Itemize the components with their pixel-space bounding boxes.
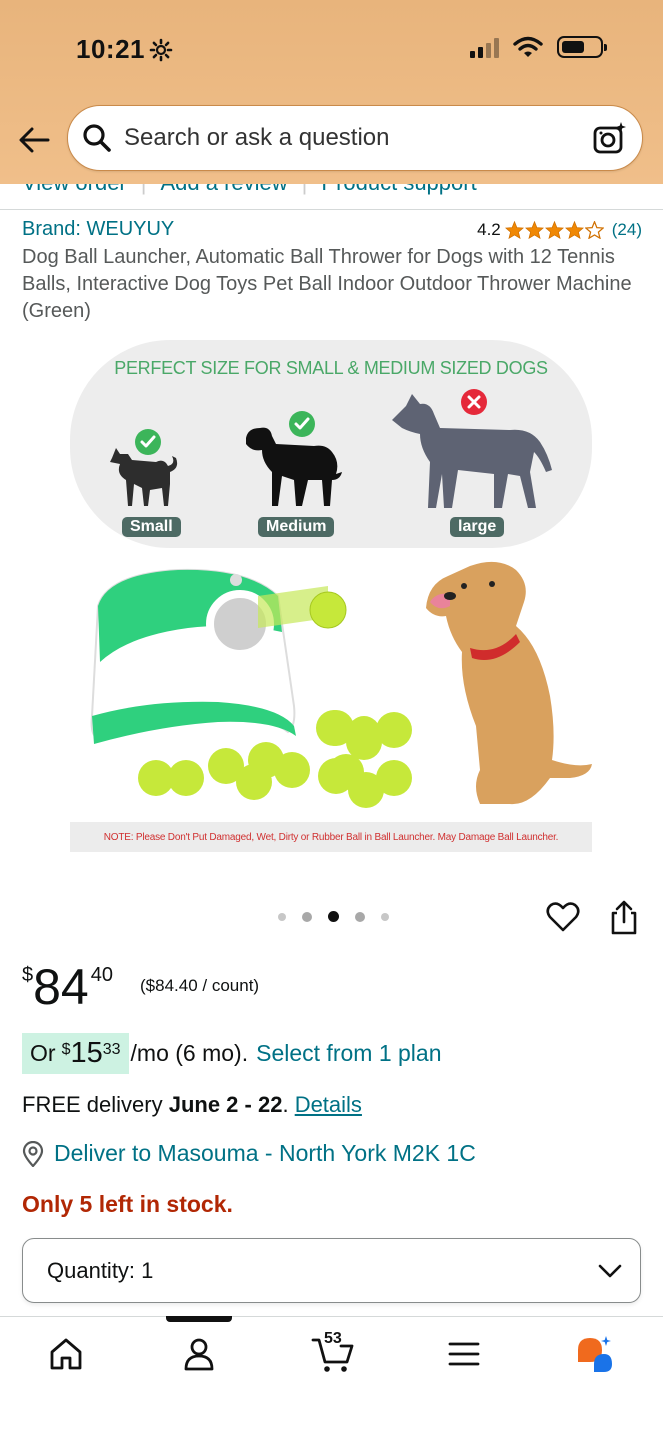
star-full-icon bbox=[524, 220, 544, 239]
product-image[interactable]: PERFECT SIZE FOR SMALL & MEDIUM SIZED DO… bbox=[66, 338, 596, 858]
image-carousel-dots[interactable] bbox=[278, 911, 389, 922]
delivery-info: FREE delivery June 2 - 22. Details bbox=[22, 1092, 362, 1117]
installment-currency: $ bbox=[61, 1041, 71, 1058]
select-plan-link[interactable]: Select from 1 plan bbox=[256, 1040, 441, 1067]
nav-rufus[interactable] bbox=[574, 1334, 614, 1374]
search-input[interactable] bbox=[124, 124, 592, 152]
installment-badge: Or $ 15 33 bbox=[22, 1033, 129, 1074]
nav-home[interactable] bbox=[46, 1334, 86, 1374]
view-order-link[interactable]: View order bbox=[22, 184, 127, 196]
back-button[interactable] bbox=[16, 122, 52, 158]
product-title: Dog Ball Launcher, Automatic Ball Throwe… bbox=[22, 246, 632, 322]
cart-count-badge: 53 bbox=[324, 1330, 342, 1347]
share-icon[interactable] bbox=[608, 900, 640, 936]
product-price: $ 84 40 bbox=[22, 960, 113, 1014]
star-full-icon bbox=[504, 220, 524, 239]
rating-value: 4.2 bbox=[477, 219, 501, 239]
unit-price: ($84.40 / count) bbox=[140, 976, 260, 995]
wifi-icon bbox=[513, 36, 543, 57]
product-support-link[interactable]: Product support bbox=[321, 184, 476, 196]
deliver-to-location[interactable]: Deliver to Masouma - North York M2K 1C bbox=[22, 1140, 476, 1167]
menu-icon bbox=[448, 1342, 480, 1366]
arrow-left-icon bbox=[19, 127, 50, 153]
account-icon bbox=[184, 1338, 214, 1371]
delivery-prefix: FREE delivery bbox=[22, 1092, 163, 1117]
price-currency: $ bbox=[22, 964, 34, 986]
divider: | bbox=[302, 184, 308, 196]
small-dog-icon bbox=[110, 448, 178, 506]
price-fraction: 40 bbox=[90, 964, 113, 986]
installment-fraction: 33 bbox=[102, 1041, 121, 1058]
search-bar[interactable] bbox=[67, 105, 643, 171]
carousel-dot[interactable] bbox=[355, 911, 365, 922]
quantity-label: Quantity: bbox=[47, 1257, 136, 1283]
size-heading: PERFECT SIZE FOR SMALL & MEDIUM SIZED DO… bbox=[114, 358, 548, 378]
product-links-row: View order | Add a review | Product supp… bbox=[0, 184, 663, 210]
brand-rating-row: Brand: WEUYUY 4.2 (24) bbox=[22, 218, 642, 241]
search-icon bbox=[83, 124, 111, 152]
battery-icon bbox=[557, 36, 607, 58]
installment-term: /mo (6 mo). bbox=[130, 1040, 249, 1066]
camera-search-icon[interactable] bbox=[592, 120, 628, 156]
active-tab-indicator bbox=[166, 1316, 232, 1322]
golden-retriever-image bbox=[426, 561, 592, 805]
deliver-to-text: Deliver to Masouma - North York M2K 1C bbox=[54, 1140, 476, 1166]
cellular-signal-icon bbox=[470, 36, 499, 58]
installment-offer: Or $ 15 33 /mo (6 mo). Select from 1 pla… bbox=[22, 1033, 441, 1074]
delivery-details-link[interactable]: Details bbox=[295, 1092, 362, 1117]
medium-dog-icon bbox=[246, 427, 342, 506]
home-icon bbox=[50, 1338, 82, 1370]
star-full-icon bbox=[544, 220, 564, 239]
heart-icon[interactable] bbox=[546, 900, 580, 934]
star-full-icon bbox=[564, 220, 584, 239]
size-label-small: Small bbox=[122, 517, 181, 537]
size-comparison-panel: PERFECT SIZE FOR SMALL & MEDIUM SIZED DO… bbox=[70, 340, 592, 548]
warning-note: NOTE: Please Don't Put Damaged, Wet, Dir… bbox=[70, 822, 592, 852]
large-dog-icon bbox=[392, 394, 552, 508]
installment-whole: 15 bbox=[70, 1037, 103, 1069]
stock-status: Only 5 left in stock. bbox=[22, 1191, 233, 1217]
installment-or: Or bbox=[30, 1040, 56, 1066]
nav-menu[interactable] bbox=[444, 1334, 484, 1374]
brand-link[interactable]: Brand: WEUYUY bbox=[22, 218, 174, 241]
rating-summary[interactable]: 4.2 (24) bbox=[477, 220, 642, 240]
star-empty-icon bbox=[584, 220, 604, 239]
size-label-large: large bbox=[450, 517, 505, 537]
divider: | bbox=[141, 184, 147, 196]
delivery-dates: June 2 - 22 bbox=[168, 1092, 283, 1117]
nav-account[interactable] bbox=[179, 1334, 219, 1374]
location-pin-icon bbox=[22, 1140, 44, 1167]
status-indicators bbox=[470, 36, 607, 58]
rating-count[interactable]: (24) bbox=[612, 220, 642, 240]
focus-mode-icon bbox=[149, 38, 173, 61]
star-rating bbox=[504, 220, 604, 239]
chevron-down-icon bbox=[598, 1264, 622, 1277]
ball-cluster-icon bbox=[318, 710, 412, 808]
carousel-dot[interactable] bbox=[278, 912, 286, 921]
carousel-dot[interactable] bbox=[381, 912, 389, 921]
app-header: 10:21 bbox=[0, 0, 663, 184]
price-whole: 84 bbox=[33, 959, 89, 1015]
rufus-icon bbox=[578, 1336, 612, 1372]
quantity-value: 1 bbox=[141, 1257, 154, 1283]
quantity-dropdown[interactable]: Quantity: 1 bbox=[22, 1238, 641, 1303]
add-review-link[interactable]: Add a review bbox=[160, 184, 287, 196]
carousel-dot-active[interactable] bbox=[328, 911, 339, 922]
size-label-medium: Medium bbox=[258, 517, 335, 537]
carousel-dot[interactable] bbox=[302, 911, 312, 922]
status-time: 10:21 bbox=[76, 34, 173, 65]
